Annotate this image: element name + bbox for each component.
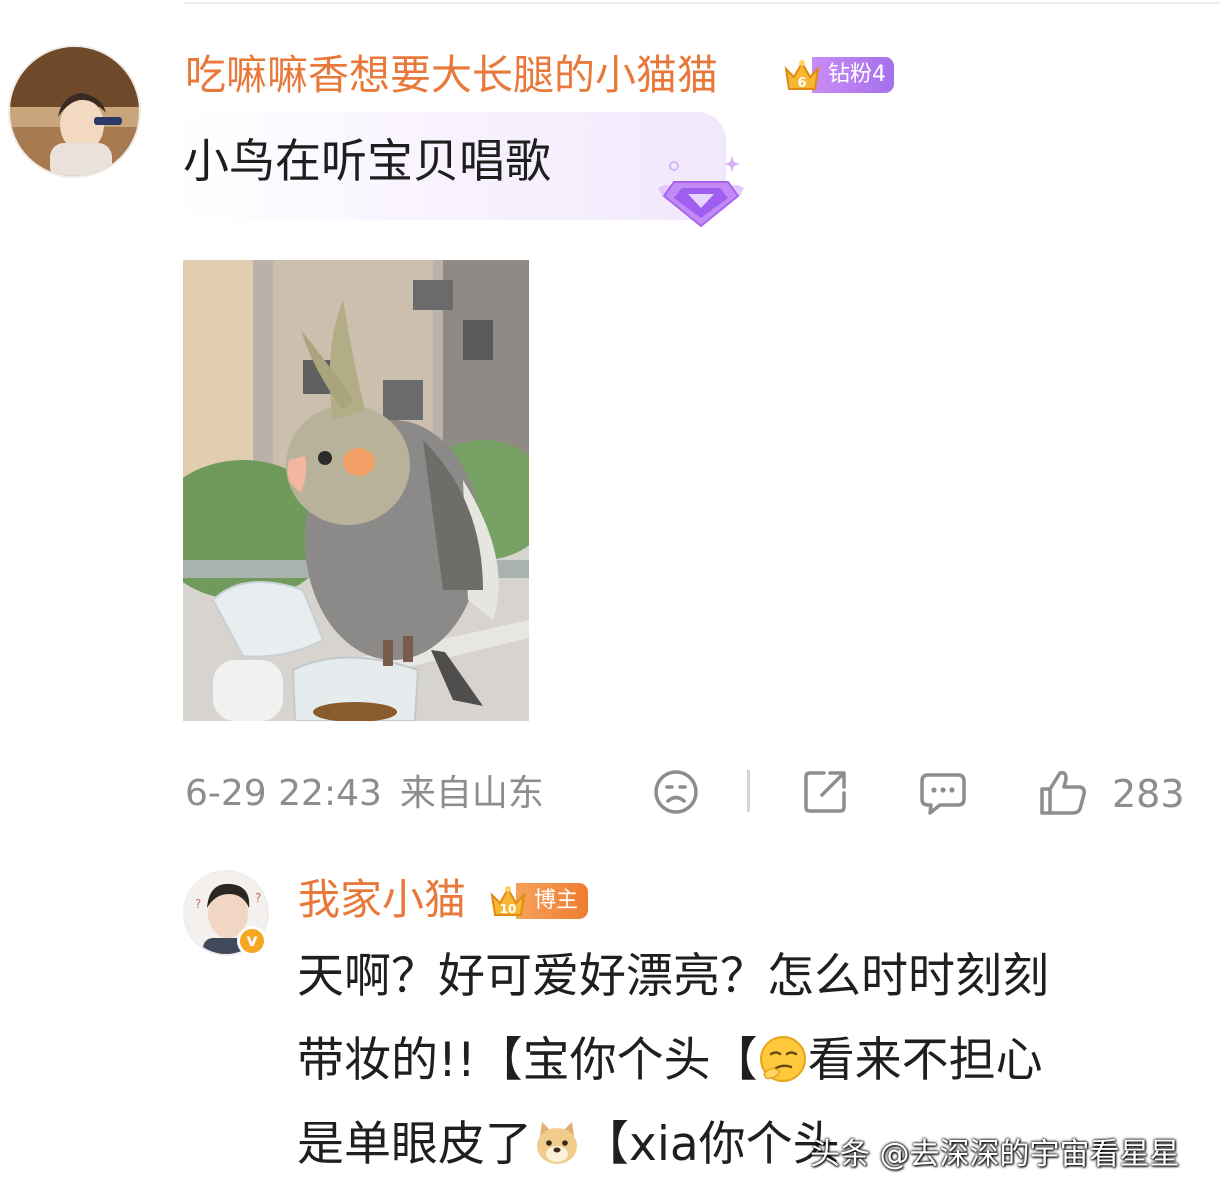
cockatiel-photo — [183, 260, 529, 721]
crown-icon: 6 — [784, 60, 820, 91]
like-count[interactable]: 283 — [1112, 768, 1185, 820]
creator-badge[interactable]: 10 博主 — [488, 881, 589, 921]
thinking-emoji-icon — [759, 1036, 806, 1082]
svg-text:10: 10 — [500, 902, 517, 916]
commenter-avatar[interactable] — [8, 45, 141, 178]
avatar-image — [10, 47, 139, 176]
verified-icon: v — [237, 926, 267, 956]
dislike-face-icon[interactable] — [651, 767, 701, 817]
comment-icon[interactable] — [918, 767, 968, 817]
reply-text-line-1: 天啊？好可爱好漂亮？怎么时时刻刻 — [297, 949, 1049, 1004]
commenter-username[interactable]: 吃嘛嘛香想要大长腿的小猫猫 — [185, 48, 718, 102]
replier-username[interactable]: 我家小猫 — [298, 870, 466, 930]
fan-badge[interactable]: 6 钻粉4 — [782, 55, 894, 95]
reply-text-segment: 带妆的!!【宝你个头【 — [297, 1033, 758, 1088]
reply-text-segment: 看来不担心 — [807, 1033, 1043, 1088]
comment-photo[interactable] — [183, 260, 529, 721]
like-thumb-icon[interactable] — [1038, 767, 1088, 817]
top-divider — [183, 2, 1220, 4]
diamond-wings-icon — [658, 156, 744, 228]
crown-icon: 10 — [490, 886, 526, 916]
reply-text-segment: 【xia你个头 — [582, 1117, 840, 1172]
comment-text: 小鸟在听宝贝唱歌 — [183, 134, 551, 188]
doge-emoji-icon — [537, 1122, 577, 1164]
comment-timestamp: 6-29 22:43 — [185, 773, 382, 814]
action-divider — [747, 770, 750, 812]
watermark: 头条 @去深深的宇宙看星星 — [810, 1137, 1180, 1172]
fan-badge-label: 钻粉4 — [812, 57, 894, 93]
comment-meta: 6-29 22:43 来自山东 — [185, 768, 544, 820]
comment-region: 来自山东 — [399, 773, 544, 814]
reply-text-segment: 是单眼皮了 — [297, 1117, 532, 1172]
reply-text-line-2: 带妆的!!【宝你个头【 看来不担心 — [297, 1021, 1043, 1101]
share-icon[interactable] — [800, 767, 850, 817]
reply-text-line-3: 是单眼皮了 【xia你个头 — [297, 1105, 840, 1185]
svg-text:?: ? — [255, 891, 261, 905]
svg-text:6: 6 — [797, 76, 806, 91]
svg-text:?: ? — [195, 897, 201, 911]
